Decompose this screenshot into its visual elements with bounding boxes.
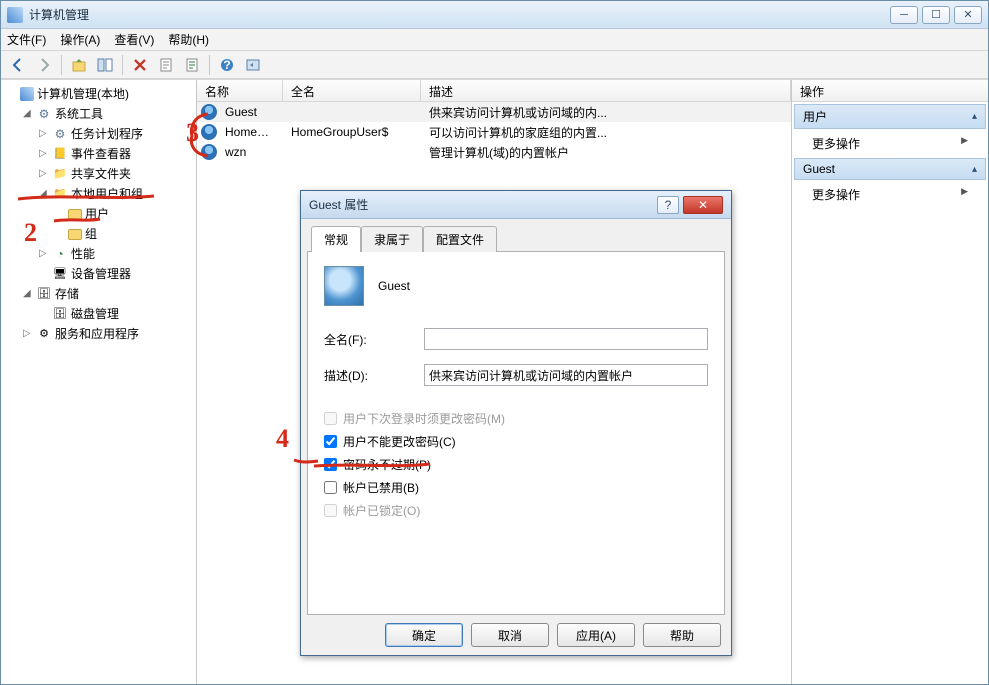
user-row-guest[interactable]: Guest 供来宾访问计算机或访问域的内... <box>197 102 791 122</box>
column-header-description[interactable]: 描述 <box>421 80 791 101</box>
delete-button[interactable] <box>129 54 151 76</box>
actions-pane: 操作 用户▴ 更多操作▶ Guest▴ 更多操作▶ <box>792 80 988 684</box>
user-row-homegroup[interactable]: HomeGrou... HomeGroupUser$ 可以访问计算机的家庭组的内… <box>197 122 791 142</box>
tree-performance[interactable]: ▷性能 <box>37 244 194 264</box>
tree-groups[interactable]: 组 <box>53 224 194 244</box>
description-label: 描述(D): <box>324 367 424 384</box>
properties-dialog: Guest 属性 ? ✕ 常规 隶属于 配置文件 Guest 全名(F): 描述… <box>300 190 732 656</box>
description-input[interactable] <box>424 364 708 386</box>
tree-storage[interactable]: ◢存储 <box>21 284 194 304</box>
nav-tree[interactable]: 计算机管理(本地) ◢系统工具 ▷任务计划程序 ▷事件查看器 ▷共享文件夹 ◢本… <box>1 80 197 684</box>
actions-header: 操作 <box>792 80 988 102</box>
apply-button[interactable]: 应用(A) <box>557 623 635 647</box>
fullname-label: 全名(F): <box>324 331 424 348</box>
properties-button[interactable] <box>155 54 177 76</box>
minimize-button[interactable]: ─ <box>890 6 918 24</box>
app-icon <box>7 7 23 23</box>
label-cannot-change-password: 用户不能更改密码(C) <box>343 433 456 450</box>
checkbox-cannot-change-password[interactable] <box>324 435 337 448</box>
tree-root[interactable]: 计算机管理(本地) <box>5 84 194 104</box>
maximize-button[interactable]: ☐ <box>922 6 950 24</box>
svg-text:?: ? <box>223 58 230 72</box>
menu-action[interactable]: 操作(A) <box>60 31 100 48</box>
menubar: 文件(F) 操作(A) 查看(V) 帮助(H) <box>1 29 988 51</box>
tab-general[interactable]: 常规 <box>311 226 361 252</box>
cancel-button[interactable]: 取消 <box>471 623 549 647</box>
actions-more-users[interactable]: 更多操作▶ <box>792 131 988 156</box>
label-must-change-password: 用户下次登录时须更改密码(M) <box>343 410 505 427</box>
label-account-disabled: 帐户已禁用(B) <box>343 479 419 496</box>
dialog-user-name: Guest <box>378 279 410 293</box>
column-header-name[interactable]: 名称 <box>197 80 283 101</box>
actions-more-guest[interactable]: 更多操作▶ <box>792 182 988 207</box>
refresh-button[interactable] <box>242 54 264 76</box>
dialog-titlebar[interactable]: Guest 属性 ? ✕ <box>301 191 731 219</box>
submenu-arrow-icon: ▶ <box>961 135 968 152</box>
forward-button[interactable] <box>33 54 55 76</box>
label-account-locked: 帐户已锁定(O) <box>343 502 420 519</box>
dialog-help-button[interactable]: ? <box>657 196 679 214</box>
user-row-wzn[interactable]: wzn 管理计算机(域)的内置帐户 <box>197 142 791 162</box>
actions-category-guest[interactable]: Guest▴ <box>794 158 986 180</box>
actions-category-users[interactable]: 用户▴ <box>794 104 986 129</box>
toolbar: ? <box>1 51 988 79</box>
tree-disk-management[interactable]: 磁盘管理 <box>37 304 194 324</box>
menu-help[interactable]: 帮助(H) <box>168 31 209 48</box>
tree-device-manager[interactable]: 设备管理器 <box>37 264 194 284</box>
dialog-close-button[interactable]: ✕ <box>683 196 723 214</box>
checkbox-account-locked <box>324 504 337 517</box>
tab-profile[interactable]: 配置文件 <box>423 226 497 252</box>
ok-button[interactable]: 确定 <box>385 623 463 647</box>
dialog-title: Guest 属性 <box>309 196 657 213</box>
tree-system-tools[interactable]: ◢系统工具 <box>21 104 194 124</box>
help-button[interactable]: ? <box>216 54 238 76</box>
user-icon <box>201 104 217 120</box>
window-title: 计算机管理 <box>29 6 890 23</box>
fullname-input[interactable] <box>424 328 708 350</box>
tree-services-and-apps[interactable]: ▷服务和应用程序 <box>21 324 194 344</box>
up-button[interactable] <box>68 54 90 76</box>
checkbox-must-change-password <box>324 412 337 425</box>
checkbox-account-disabled[interactable] <box>324 481 337 494</box>
list-header: 名称 全名 描述 <box>197 80 791 102</box>
show-hide-tree-button[interactable] <box>94 54 116 76</box>
back-button[interactable] <box>7 54 29 76</box>
close-button[interactable]: ✕ <box>954 6 982 24</box>
tab-memberof[interactable]: 隶属于 <box>361 226 423 252</box>
dialog-help-button-2[interactable]: 帮助 <box>643 623 721 647</box>
tree-users[interactable]: 用户 <box>53 204 194 224</box>
menu-file[interactable]: 文件(F) <box>7 31 46 48</box>
dialog-tabs: 常规 隶属于 配置文件 <box>307 225 725 252</box>
column-header-fullname[interactable]: 全名 <box>283 80 421 101</box>
checkbox-password-never-expires[interactable] <box>324 458 337 471</box>
tree-task-scheduler[interactable]: ▷任务计划程序 <box>37 124 194 144</box>
collapse-arrow-icon: ▴ <box>972 164 977 175</box>
collapse-arrow-icon: ▴ <box>972 111 977 122</box>
tree-shared-folders[interactable]: ▷共享文件夹 <box>37 164 194 184</box>
user-large-icon <box>324 266 364 306</box>
label-password-never-expires: 密码永不过期(P) <box>343 456 431 473</box>
titlebar: 计算机管理 ─ ☐ ✕ <box>1 1 988 29</box>
user-icon <box>201 144 217 160</box>
export-button[interactable] <box>181 54 203 76</box>
tree-event-viewer[interactable]: ▷事件查看器 <box>37 144 194 164</box>
user-icon <box>201 124 217 140</box>
tree-local-users-and-groups[interactable]: ◢本地用户和组 <box>37 184 194 204</box>
menu-view[interactable]: 查看(V) <box>114 31 154 48</box>
submenu-arrow-icon: ▶ <box>961 186 968 203</box>
